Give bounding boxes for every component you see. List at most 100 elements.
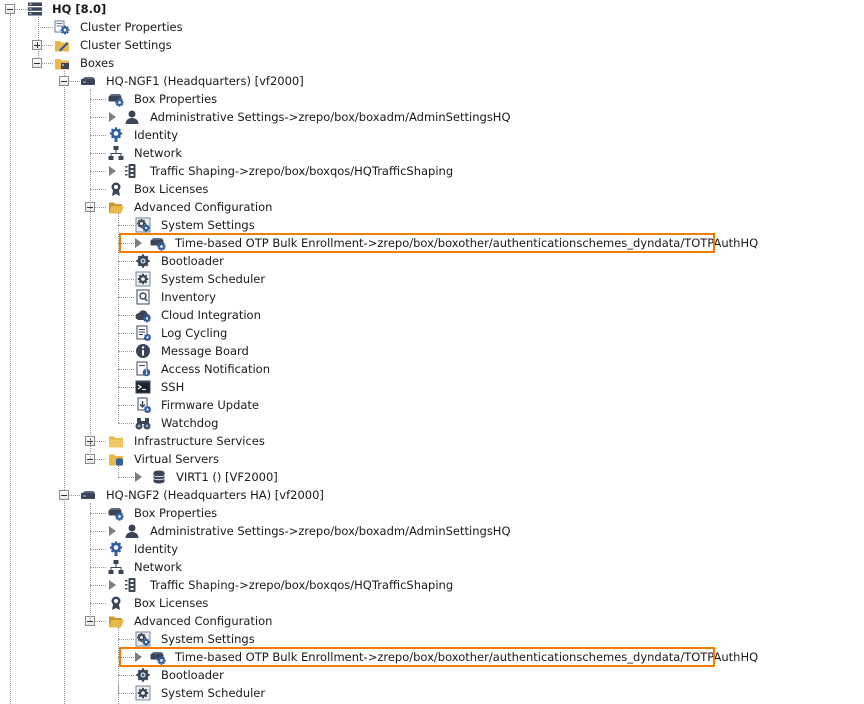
link-arrow-icon[interactable] — [109, 166, 116, 176]
tree-guide-line — [42, 45, 53, 46]
tree-node-advanced-configuration[interactable]: Advanced Configuration — [134, 612, 272, 630]
tree-guide-line — [118, 685, 119, 704]
tree-node-boxes[interactable]: Boxes — [80, 54, 114, 72]
tree-node-time-based-otp-bulk-enrollment[interactable]: Time-based OTP Bulk Enrollment->zrepo/bo… — [175, 234, 758, 252]
tree-node-network[interactable]: Network — [134, 558, 182, 576]
tree-node-network[interactable]: Network — [134, 144, 182, 162]
tree-node-cluster-settings[interactable]: Cluster Settings — [80, 36, 172, 54]
tree-node-inventory[interactable]: Inventory — [161, 288, 216, 306]
link-arrow-icon[interactable] — [109, 526, 116, 536]
link-arrow-icon[interactable] — [135, 472, 142, 482]
tree-node-infrastructure-services[interactable]: Infrastructure Services — [134, 432, 265, 450]
cluster-settings-folder-icon — [54, 37, 70, 53]
tree-guide-line — [95, 621, 106, 622]
user-icon — [124, 523, 140, 539]
collapse-toggle[interactable] — [59, 76, 69, 86]
link-arrow-icon[interactable] — [109, 112, 116, 122]
tree-guide-line — [118, 213, 119, 423]
tree-node-bootloader[interactable]: Bootloader — [161, 252, 224, 270]
tree-node-virt1-vf2000[interactable]: VIRT1 () [VF2000] — [176, 468, 278, 486]
tree-node-cloud-integration[interactable]: Cloud Integration — [161, 306, 261, 324]
collapse-toggle[interactable] — [59, 490, 69, 500]
scheduler-icon — [135, 271, 151, 287]
cloud-icon — [135, 307, 151, 323]
tree-node-system-settings[interactable]: System Settings — [161, 216, 255, 234]
info-icon — [135, 343, 151, 359]
tree-guide-line — [69, 81, 80, 82]
tree-node-access-notification[interactable]: Access Notification — [161, 360, 270, 378]
tree-guide-line — [118, 657, 134, 658]
tree-guide-line — [118, 465, 119, 477]
tree-node-hq-root[interactable]: HQ [8.0] — [52, 0, 106, 18]
tree-node-advanced-configuration[interactable]: Advanced Configuration — [134, 198, 272, 216]
tree-node-system-settings[interactable]: System Settings — [161, 630, 255, 648]
user-icon — [124, 109, 140, 125]
link-arrow-icon[interactable] — [135, 652, 142, 662]
tree-guide-line — [118, 225, 134, 226]
expand-toggle[interactable] — [32, 40, 42, 50]
tree-guide-line — [95, 459, 106, 460]
terminal-icon — [135, 379, 151, 395]
tree-guide-line — [90, 153, 106, 154]
tree-guide-line — [118, 369, 134, 370]
tree-guide-line — [118, 243, 134, 244]
collapse-toggle[interactable] — [5, 4, 15, 14]
tree-node-message-board[interactable]: Message Board — [161, 342, 249, 360]
license-badge-icon — [108, 595, 124, 611]
tree-node-bootloader[interactable]: Bootloader — [161, 666, 224, 684]
tree-node-identity[interactable]: Identity — [134, 540, 178, 558]
tree-guide-line — [90, 585, 106, 586]
tree-node-system-scheduler[interactable]: System Scheduler — [161, 684, 265, 702]
database-icon — [151, 469, 167, 485]
tree-node-box-licenses[interactable]: Box Licenses — [134, 594, 208, 612]
virtual-servers-folder-icon — [108, 451, 124, 467]
tree-guide-line — [118, 423, 134, 424]
tree-guide-line — [90, 135, 106, 136]
network-icon — [108, 559, 124, 575]
scheduler-icon — [135, 685, 151, 701]
tree-node-traffic-shaping[interactable]: Traffic Shaping->zrepo/box/boxqos/HQTraf… — [150, 162, 453, 180]
box-properties-icon — [108, 91, 124, 107]
tree-node-box-properties[interactable]: Box Properties — [134, 504, 217, 522]
link-arrow-icon[interactable] — [135, 238, 142, 248]
network-icon — [108, 145, 124, 161]
tree-guide-line — [95, 207, 106, 208]
tree-guide-line — [90, 99, 106, 100]
tree-node-administrative-settings[interactable]: Administrative Settings->zrepo/box/boxad… — [150, 522, 511, 540]
log-cycling-icon — [135, 325, 151, 341]
tree-guide-line — [90, 513, 106, 514]
tree-node-firmware-update[interactable]: Firmware Update — [161, 396, 259, 414]
tree-node-cluster-properties[interactable]: Cluster Properties — [80, 18, 183, 36]
tree-node-administrative-settings[interactable]: Administrative Settings->zrepo/box/boxad… — [150, 108, 511, 126]
tree-node-traffic-shaping[interactable]: Traffic Shaping->zrepo/box/boxqos/HQTraf… — [150, 576, 453, 594]
box-properties-icon — [150, 649, 166, 665]
cluster-properties-icon — [54, 19, 70, 35]
link-arrow-icon[interactable] — [109, 580, 116, 590]
configuration-tree[interactable]: HQ [8.0] Cluster Properties Cluster Settin… — [0, 0, 864, 704]
tree-node-watchdog[interactable]: Watchdog — [161, 414, 218, 432]
tree-guide-line — [90, 171, 106, 172]
tree-node-virtual-servers[interactable]: Virtual Servers — [134, 450, 219, 468]
box-device-icon — [80, 487, 96, 503]
folder-icon — [108, 433, 124, 449]
folder-open-icon — [108, 199, 124, 215]
tree-guide-line — [118, 405, 134, 406]
tree-node-system-scheduler[interactable]: System Scheduler — [161, 270, 265, 288]
boxes-folder-icon — [54, 55, 70, 71]
tree-node-time-based-otp-bulk-enrollment[interactable]: Time-based OTP Bulk Enrollment->zrepo/bo… — [175, 648, 758, 666]
tree-node-hq-ngf1-headquarters-vf2000[interactable]: HQ-NGF1 (Headquarters) [vf2000] — [106, 72, 304, 90]
tree-node-box-properties[interactable]: Box Properties — [134, 90, 217, 108]
tree-guide-line — [118, 693, 134, 694]
collapse-toggle[interactable] — [32, 58, 42, 68]
identity-gear-icon — [108, 127, 124, 143]
tree-node-identity[interactable]: Identity — [134, 126, 178, 144]
tree-node-log-cycling[interactable]: Log Cycling — [161, 324, 227, 342]
tree-guide-line — [118, 297, 134, 298]
tree-node-ssh[interactable]: SSH — [161, 378, 184, 396]
tree-node-hq-ngf2-headquarters-ha-vf2000[interactable]: HQ-NGF2 (Headquarters HA) [vf2000] — [106, 486, 324, 504]
box-properties-icon — [108, 505, 124, 521]
binoculars-icon — [135, 415, 151, 431]
tree-node-box-licenses[interactable]: Box Licenses — [134, 180, 208, 198]
tree-guide-line — [64, 71, 65, 704]
tree-guide-line — [118, 261, 134, 262]
